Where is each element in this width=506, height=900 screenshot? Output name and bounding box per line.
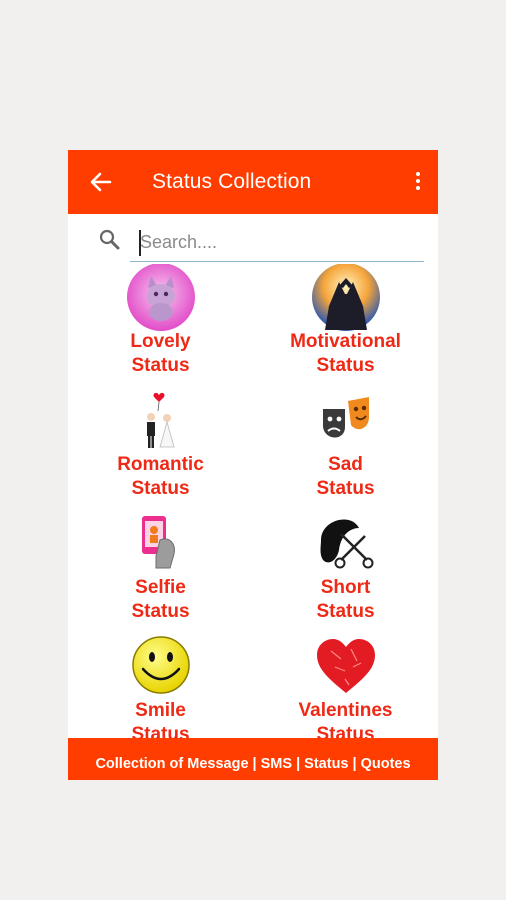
category-title: Lovely [130,331,191,352]
category-title: Short [320,577,371,598]
category-grid: Lovely Status Motivational Status Romant… [68,264,438,738]
search-input[interactable] [130,224,424,262]
category-subtitle: Status [131,601,190,622]
category-sad-status[interactable]: Sad Status [253,387,438,510]
category-title: Sad [328,454,363,475]
category-lovely-status[interactable]: Lovely Status [68,264,253,387]
category-romantic-status[interactable]: Romantic Status [68,387,253,510]
category-title: Valentines [298,700,393,721]
category-motivational-status[interactable]: Motivational Status [253,264,438,387]
text-cursor [139,230,141,256]
category-subtitle: Status [316,724,375,738]
search-bar [68,214,438,264]
category-selfie-status[interactable]: Selfie Status [68,510,253,633]
pink-kitten-icon [127,264,195,331]
category-subtitle: Status [316,601,375,622]
category-title: Selfie [135,577,186,598]
page-title: Status Collection [152,170,312,193]
theater-masks-icon [323,397,369,438]
category-subtitle: Status [131,724,190,738]
category-subtitle: Status [131,355,190,376]
overflow-menu-icon[interactable] [414,172,422,194]
category-subtitle: Status [316,355,375,376]
raised-hands-icon [312,264,380,331]
smiley-face-icon [132,636,190,694]
app-screen: Status Collection Lovely Status [68,150,438,780]
category-title: Motivational [290,331,401,352]
scissors-hair-icon [320,519,374,569]
category-title: Romantic [117,454,204,475]
back-arrow-icon[interactable] [88,168,114,196]
wedding-couple-icon [147,392,175,448]
category-title: Smile [135,700,186,721]
category-subtitle: Status [131,478,190,499]
heart-icon [317,639,375,693]
search-icon [99,229,120,250]
selfie-phone-icon [142,516,175,569]
footer-banner: Collection of Message | SMS | Status | Q… [68,738,438,780]
category-subtitle: Status [316,478,375,499]
category-valentines-status[interactable]: Valentines Status [253,633,438,738]
app-bar: Status Collection [68,150,438,214]
category-short-status[interactable]: Short Status [253,510,438,633]
category-smile-status[interactable]: Smile Status [68,633,253,738]
